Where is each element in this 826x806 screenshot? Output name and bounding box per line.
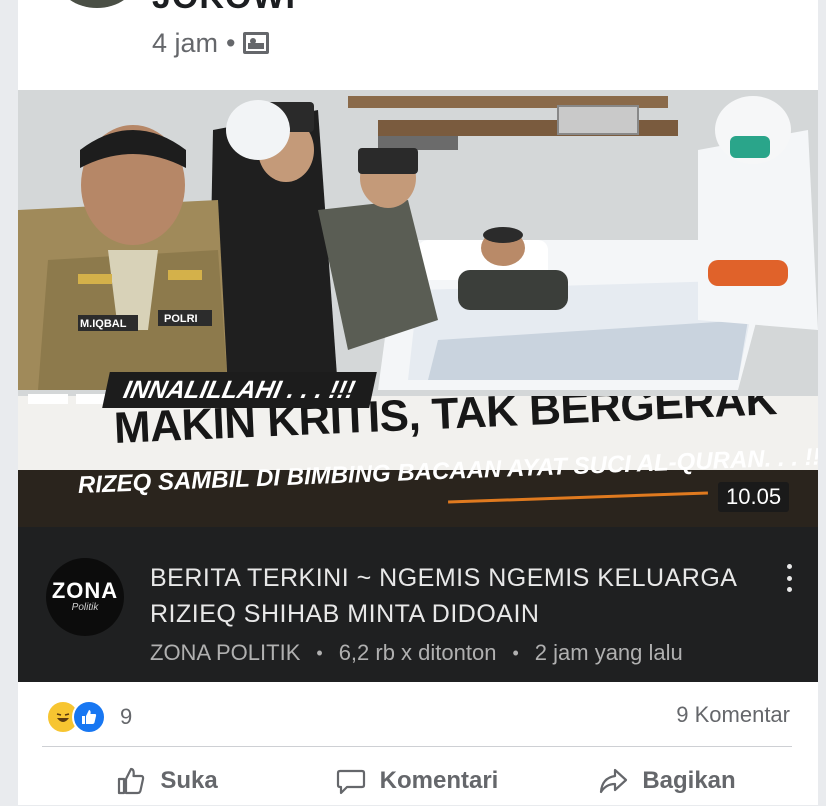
share-button[interactable]: Bagikan	[542, 766, 792, 796]
reaction-summary[interactable]: 9	[46, 700, 132, 734]
meta-separator: •	[226, 27, 236, 58]
thumbs-up-icon	[118, 767, 145, 795]
officer-nameplate: M.IQBAL	[80, 318, 127, 330]
headline-tag: INNALILLAHI . . . !!!	[102, 372, 377, 408]
video-title[interactable]: BERITA TERKINI ~ NGEMIS NGEMIS KELUARGA …	[150, 560, 760, 632]
channel-logo-subtext: Politik	[71, 602, 99, 613]
speech-bubble-icon	[336, 769, 365, 795]
photo-icon	[243, 32, 270, 54]
action-divider	[42, 746, 792, 747]
comment-button[interactable]: Komentari	[292, 766, 542, 796]
meta-dot: •	[316, 642, 323, 663]
post-action-bar: Suka Komentari Bagikan	[42, 756, 792, 806]
channel-logo[interactable]: ZONA Politik	[46, 558, 124, 636]
video-age: 2 jam yang lalu	[534, 640, 683, 665]
share-arrow-icon	[600, 768, 628, 794]
shared-video[interactable]: M.IQBAL POLRI MAKIN KRITIS, TAK BERGERAK…	[18, 90, 818, 682]
banner-dash	[28, 394, 68, 404]
meta-dot: •	[512, 642, 519, 663]
comment-label: Komentari	[379, 767, 499, 794]
like-reaction-icon	[72, 700, 106, 734]
video-duration: 10.05	[718, 482, 790, 512]
video-meta: ZONA POLITIK • 6,2 rb x ditonton • 2 jam…	[150, 640, 683, 666]
author-avatar[interactable]	[58, 0, 136, 8]
share-label: Bagikan	[642, 767, 736, 794]
channel-logo-text: ZONA	[51, 578, 119, 603]
video-thumbnail[interactable]: M.IQBAL POLRI MAKIN KRITIS, TAK BERGERAK…	[18, 90, 818, 527]
officer-polri-badge: POLRI	[164, 313, 198, 325]
kebab-menu-icon[interactable]	[778, 560, 800, 596]
author-name[interactable]: JOKOWI	[152, 0, 296, 17]
reaction-count: 9	[120, 704, 133, 729]
like-button[interactable]: Suka	[42, 766, 292, 796]
comment-count-link[interactable]: 9 Komentar	[676, 702, 790, 728]
video-title-line-1: BERITA TERKINI ~ NGEMIS NGEMIS KELUARGA	[150, 564, 738, 592]
view-count: 6,2 rb x ditonton	[338, 640, 497, 665]
video-title-line-2: RIZIEQ SHIHAB MINTA DIDOAIN	[150, 600, 540, 628]
channel-name[interactable]: ZONA POLITIK	[150, 640, 300, 666]
post-card: JOKOWI 4 jam •	[18, 0, 818, 805]
post-meta: 4 jam •	[152, 26, 270, 60]
post-time[interactable]: 4 jam	[152, 28, 218, 59]
like-label: Suka	[160, 767, 218, 794]
